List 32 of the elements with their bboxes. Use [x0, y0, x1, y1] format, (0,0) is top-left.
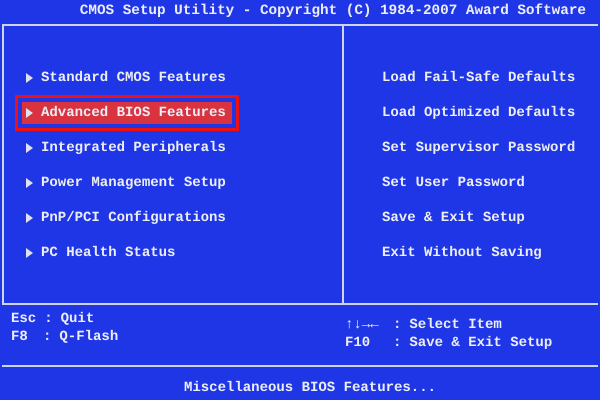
menu-item[interactable]: Load Fail-Safe Defaults — [382, 67, 598, 89]
key-separator: : — [44, 310, 53, 328]
menu-item[interactable]: Advanced BIOS Features — [22, 102, 232, 124]
key-name: F8 — [11, 328, 29, 346]
triangle-icon — [26, 143, 33, 153]
triangle-icon — [26, 108, 33, 118]
menu-item[interactable]: Save & Exit Setup — [382, 207, 598, 229]
window-title: CMOS Setup Utility - Copyright (C) 1984-2007 Award Software — [80, 3, 586, 19]
key-action: Q-Flash — [59, 328, 118, 346]
triangle-icon — [26, 213, 33, 223]
menu-item[interactable]: Exit Without Saving — [382, 242, 598, 264]
key-separator: : — [393, 334, 402, 352]
key-name: ↑↓→← — [345, 316, 380, 334]
menu-item[interactable]: Load Optimized Defaults — [382, 102, 598, 124]
key-name: F10 — [345, 334, 372, 352]
triangle-icon — [26, 178, 33, 188]
key-name: Esc — [11, 310, 36, 328]
menu-item[interactable]: PnP/PCI Configurations — [22, 207, 232, 229]
menu-item[interactable]: Power Management Setup — [22, 172, 232, 194]
menu-item[interactable]: Integrated Peripherals — [22, 137, 232, 159]
key-separator: : — [43, 328, 52, 346]
key-action: Select Item — [409, 316, 502, 334]
menu-item[interactable]: Standard CMOS Features — [22, 67, 232, 89]
key-separator: : — [393, 316, 402, 334]
triangle-icon — [26, 248, 33, 258]
key-action: Save & Exit Setup — [409, 334, 552, 352]
status-text: Miscellaneous BIOS Features... — [184, 380, 436, 396]
menu-item[interactable]: PC Health Status — [22, 242, 182, 264]
triangle-icon — [26, 73, 33, 83]
menu-item[interactable]: Set User Password — [382, 172, 598, 194]
menu-item[interactable]: Set Supervisor Password — [382, 137, 598, 159]
key-action: Quit — [60, 310, 94, 328]
